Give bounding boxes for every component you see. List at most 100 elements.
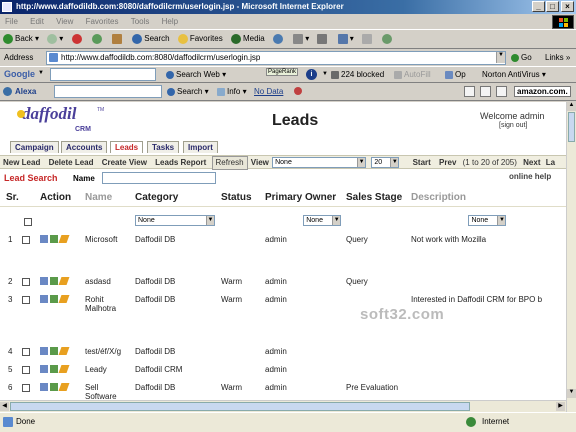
pencil-icon[interactable] [58,365,70,373]
traffic-rank-icon[interactable] [294,87,302,95]
people-icon[interactable] [50,383,58,391]
no-data-link[interactable]: No Data [254,87,283,96]
contact-icon[interactable] [496,86,507,97]
pencil-icon[interactable] [58,235,70,243]
menu-tools[interactable]: Tools [126,14,155,30]
view-icon[interactable] [40,365,48,373]
home-button[interactable] [109,31,127,47]
page-size-select[interactable]: 20 ▼ [371,157,400,169]
row-checkbox[interactable] [22,236,30,244]
pencil-icon[interactable] [58,295,70,303]
google-menu-icon[interactable]: ▼ [38,70,44,76]
tab-import[interactable]: Import [183,141,218,153]
header-name[interactable]: Name [85,192,112,203]
pagerank-indicator[interactable]: PageRank [266,68,299,76]
popup-blocker-button[interactable]: 224 blocked [331,70,384,79]
history-button[interactable] [270,31,288,47]
scroll-up-icon[interactable]: ▲ [567,102,576,111]
start-link[interactable]: Start [410,157,434,169]
header-sales-stage[interactable]: Sales Stage [346,192,402,203]
search-button[interactable]: Search [129,31,172,47]
row-name[interactable]: Leady [85,365,107,374]
row-name-line2[interactable]: Malhotra [85,304,116,313]
google-search-input[interactable] [50,68,156,81]
tab-leads[interactable]: Leads [110,141,144,153]
people-icon[interactable] [50,365,58,373]
sign-out-link[interactable]: [sign out] [499,122,527,129]
row-checkbox[interactable] [22,348,30,356]
print-button[interactable] [314,31,332,47]
maximize-button[interactable]: □ [546,1,559,12]
header-description[interactable]: Description [411,192,466,203]
page-info-icon[interactable]: i [306,69,317,80]
row-name[interactable]: asdasd [85,277,111,286]
mail-button[interactable]: ▾ [290,31,312,47]
options-button[interactable]: Op [445,70,466,79]
horizontal-scrollbar[interactable]: ◀ ▶ [0,400,566,412]
people-icon[interactable] [50,295,58,303]
scroll-down-icon[interactable]: ▼ [567,389,576,398]
alexa-logo[interactable]: Alexa [15,87,36,96]
google-logo[interactable]: Google [4,69,35,79]
messenger-button[interactable] [379,31,397,47]
alexa-search-input[interactable] [54,85,162,98]
scroll-left-icon[interactable]: ◀ [0,402,9,411]
name-search-input[interactable] [102,172,216,184]
row-checkbox[interactable] [22,384,30,392]
menu-help[interactable]: Help [157,14,183,30]
links-button[interactable]: Links » [545,53,570,62]
category-filter-select[interactable]: None ▼ [135,215,215,226]
vertical-scrollbar[interactable]: ▲ ▼ [566,102,576,412]
people-icon[interactable] [50,235,58,243]
tab-accounts[interactable]: Accounts [61,141,108,153]
people-icon[interactable] [50,277,58,285]
close-button[interactable]: × [561,1,574,12]
pencil-icon[interactable] [58,383,70,391]
header-status[interactable]: Status [221,192,252,203]
menu-file[interactable]: File [0,14,23,30]
edit-button[interactable]: ▾ [335,31,357,47]
media-button[interactable]: Media [228,31,268,47]
go-button[interactable]: Go [511,53,532,62]
leads-report-button[interactable]: Leads Report [152,157,209,169]
row-checkbox[interactable] [22,366,30,374]
row-checkbox[interactable] [22,296,30,304]
sales-stage-filter-select[interactable]: None ▼ [468,215,507,226]
view-icon[interactable] [40,383,48,391]
online-help-link[interactable]: online help [509,172,551,181]
view-icon[interactable] [40,235,48,243]
discuss-button[interactable] [359,31,377,47]
autofill-button[interactable]: AutoFill [394,70,431,79]
refresh-button[interactable] [89,31,107,47]
row-checkbox[interactable] [22,278,30,286]
view-icon[interactable] [40,295,48,303]
address-input[interactable]: http://www.daffodildb.com:8080/daffodilc… [46,51,506,65]
archive-icon[interactable] [480,86,491,97]
pencil-icon[interactable] [58,347,70,355]
address-dropdown-icon[interactable]: ▼ [496,52,505,63]
menu-favorites[interactable]: Favorites [81,14,124,30]
h-scroll-thumb[interactable] [10,402,470,411]
tab-campaign[interactable]: Campaign [10,141,59,153]
refresh-view-button[interactable]: Refresh [211,156,248,170]
page-info-dropdown-icon[interactable]: ▼ [322,71,328,77]
next-link[interactable]: Next [520,157,543,169]
minimize-button[interactable]: _ [532,1,545,12]
alexa-search-button[interactable]: Search ▾ [167,87,209,96]
prev-link[interactable]: Prev [436,157,459,169]
row-name[interactable]: test/éf/X/g [85,347,121,356]
related-links-icon[interactable] [464,86,475,97]
forward-button[interactable]: ▾ [44,31,66,47]
scroll-thumb[interactable] [568,112,575,142]
pencil-icon[interactable] [58,277,70,285]
row-name[interactable]: Microsoft [85,235,117,244]
tab-tasks[interactable]: Tasks [147,141,180,153]
select-all-checkbox[interactable] [24,218,32,226]
view-icon[interactable] [40,347,48,355]
favorites-button[interactable]: Favorites [175,31,226,47]
view-icon[interactable] [40,277,48,285]
delete-lead-button[interactable]: Delete Lead [46,157,97,169]
search-web-button[interactable]: Search Web ▾ [166,70,226,79]
row-name[interactable]: Rohit [85,295,104,304]
amazon-button[interactable]: amazon.com. [514,86,571,97]
